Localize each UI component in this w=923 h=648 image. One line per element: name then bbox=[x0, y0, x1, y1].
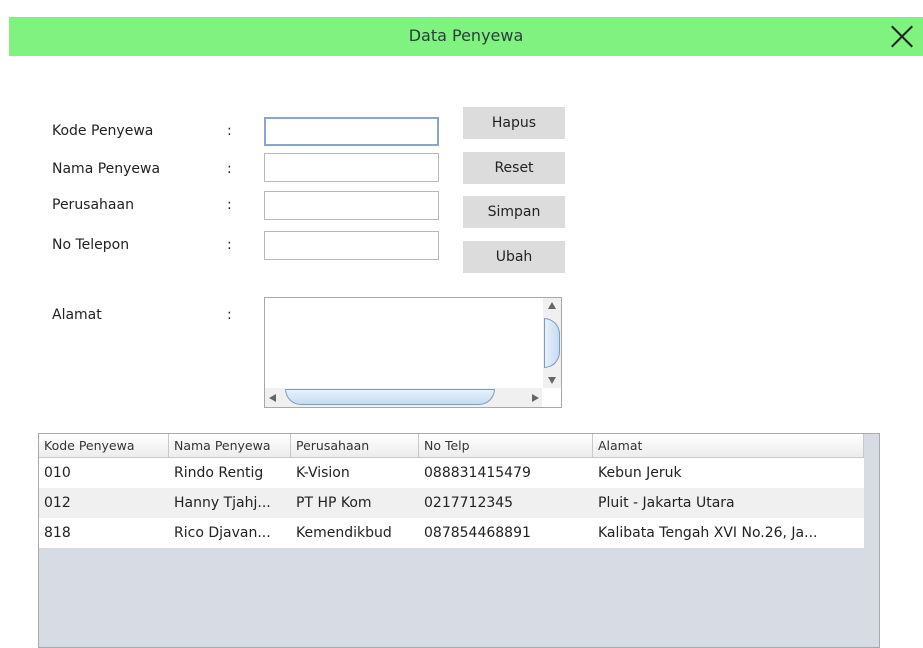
perusahaan-input[interactable] bbox=[264, 191, 439, 220]
alamat-colon: : bbox=[227, 307, 232, 323]
no-telepon-label: No Telepon bbox=[52, 237, 130, 253]
column-header-telp[interactable]: No Telp bbox=[419, 434, 593, 458]
vertical-scrollbar[interactable] bbox=[543, 298, 561, 388]
nama-penyewa-input[interactable] bbox=[264, 153, 439, 182]
horizontal-scrollbar[interactable] bbox=[265, 388, 543, 407]
column-header-kode[interactable]: Kode Penyewa bbox=[39, 434, 169, 458]
table-cell: Hanny Tjahj... bbox=[174, 495, 271, 511]
reset-button[interactable]: Reset bbox=[463, 152, 565, 184]
table-cell: 088831415479 bbox=[424, 465, 531, 481]
table-row[interactable]: 012 Hanny Tjahj... PT HP Kom 0217712345 … bbox=[39, 488, 864, 518]
scroll-left-icon[interactable] bbox=[269, 394, 276, 402]
table-cell: 0217712345 bbox=[424, 495, 514, 511]
hapus-button[interactable]: Hapus bbox=[463, 107, 565, 139]
alamat-label: Alamat bbox=[52, 307, 102, 323]
table-cell: 087854468891 bbox=[424, 525, 531, 541]
vertical-scroll-thumb[interactable] bbox=[544, 318, 560, 368]
kode-penyewa-label: Kode Penyewa bbox=[52, 123, 154, 139]
table-cell: K-Vision bbox=[296, 465, 350, 481]
perusahaan-colon: : bbox=[227, 197, 232, 213]
nama-penyewa-colon: : bbox=[227, 161, 232, 177]
kode-penyewa-colon: : bbox=[227, 123, 232, 139]
table-cell: Rindo Rentig bbox=[174, 465, 264, 481]
table-cell: Kemendikbud bbox=[296, 525, 392, 541]
no-telepon-input[interactable] bbox=[264, 231, 439, 260]
scroll-up-icon[interactable] bbox=[548, 302, 556, 309]
ubah-button[interactable]: Ubah bbox=[463, 241, 565, 273]
table-cell: PT HP Kom bbox=[296, 495, 372, 511]
table-header: Kode Penyewa Nama Penyewa Perusahaan No … bbox=[39, 434, 864, 458]
table-row[interactable]: 818 Rico Djavan... Kemendikbud 087854468… bbox=[39, 518, 864, 548]
table-cell: Rico Djavan... bbox=[174, 525, 271, 541]
column-header-nama[interactable]: Nama Penyewa bbox=[169, 434, 291, 458]
alamat-textarea-container bbox=[264, 297, 562, 408]
table-cell: 012 bbox=[44, 495, 71, 511]
table-cell: 818 bbox=[44, 525, 71, 541]
table-body: 010 Rindo Rentig K-Vision 088831415479 K… bbox=[39, 458, 864, 548]
penyewa-table: Kode Penyewa Nama Penyewa Perusahaan No … bbox=[38, 433, 880, 648]
nama-penyewa-label: Nama Penyewa bbox=[52, 161, 161, 177]
scroll-down-icon[interactable] bbox=[548, 377, 556, 384]
table-cell: 010 bbox=[44, 465, 71, 481]
column-header-alamat[interactable]: Alamat bbox=[593, 434, 864, 458]
table-cell: Pluit - Jakarta Utara bbox=[598, 495, 735, 511]
title-bar: Data Penyewa bbox=[9, 17, 923, 56]
close-icon[interactable] bbox=[887, 21, 917, 51]
table-cell: Kalibata Tengah XVI No.26, Ja... bbox=[598, 525, 818, 541]
column-header-perusahaan[interactable]: Perusahaan bbox=[291, 434, 419, 458]
window-title: Data Penyewa bbox=[408, 26, 524, 45]
table-cell: Kebun Jeruk bbox=[598, 465, 682, 481]
scroll-corner bbox=[542, 388, 561, 407]
no-telepon-colon: : bbox=[227, 237, 232, 253]
horizontal-scroll-thumb[interactable] bbox=[285, 389, 495, 405]
scroll-right-icon[interactable] bbox=[532, 394, 539, 402]
perusahaan-label: Perusahaan bbox=[52, 197, 134, 213]
simpan-button[interactable]: Simpan bbox=[463, 196, 565, 228]
alamat-textarea[interactable] bbox=[265, 298, 542, 388]
kode-penyewa-input[interactable] bbox=[264, 117, 439, 146]
table-row[interactable]: 010 Rindo Rentig K-Vision 088831415479 K… bbox=[39, 458, 864, 488]
